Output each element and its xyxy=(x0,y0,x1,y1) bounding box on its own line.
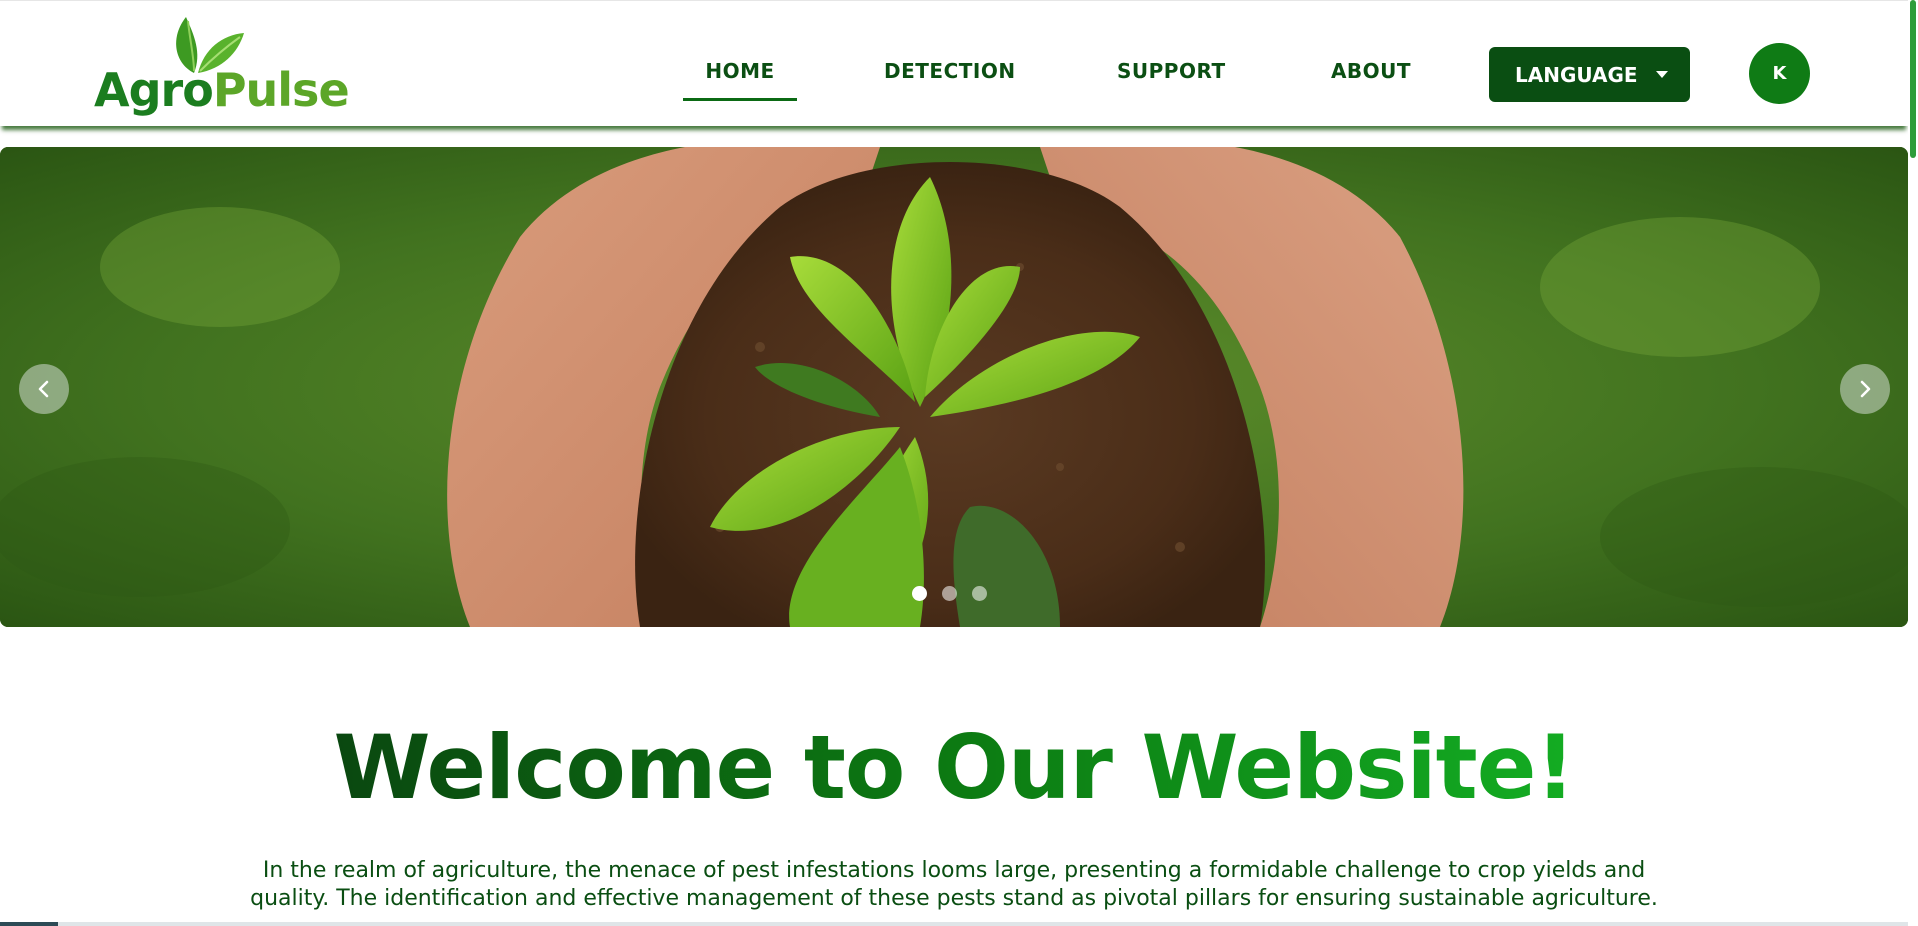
nav-detection[interactable]: DETECTION xyxy=(884,47,1015,103)
carousel-dot-3[interactable] xyxy=(972,586,987,601)
nav-support[interactable]: SUPPORT xyxy=(1117,47,1225,103)
chevron-right-icon xyxy=(1860,380,1871,398)
carousel-dot-1[interactable] xyxy=(912,586,927,601)
caret-down-icon xyxy=(1656,71,1668,78)
brand-name-part1: Agro xyxy=(94,63,214,117)
site-header: AgroPulse HOME DETECTION SUPPORT ABOUT L… xyxy=(0,0,1908,126)
carousel-next-button[interactable] xyxy=(1840,364,1890,414)
chevron-left-icon xyxy=(38,380,49,398)
user-avatar[interactable]: K xyxy=(1749,43,1810,104)
horizontal-scrollbar[interactable] xyxy=(0,922,1908,926)
language-label: LANGUAGE xyxy=(1515,62,1638,87)
nav-about[interactable]: ABOUT xyxy=(1329,47,1413,103)
carousel-prev-button[interactable] xyxy=(19,364,69,414)
welcome-heading: Welcome to Our Website! xyxy=(0,718,1908,818)
hero-image xyxy=(0,147,1908,627)
nav-home[interactable]: HOME xyxy=(683,47,797,103)
page-scrollbar[interactable] xyxy=(1908,0,1918,926)
intro-paragraph: In the realm of agriculture, the menace … xyxy=(250,858,1658,911)
scrollbar-thumb[interactable] xyxy=(1910,0,1916,158)
language-dropdown[interactable]: LANGUAGE xyxy=(1489,47,1690,102)
hero-carousel xyxy=(0,147,1908,627)
horizontal-scroll-track xyxy=(58,922,1908,926)
carousel-dot-2[interactable] xyxy=(942,586,957,601)
brand-name: AgroPulse xyxy=(94,63,350,117)
brand-name-part2: Pulse xyxy=(212,63,350,117)
brand-logo[interactable]: AgroPulse xyxy=(94,13,350,118)
